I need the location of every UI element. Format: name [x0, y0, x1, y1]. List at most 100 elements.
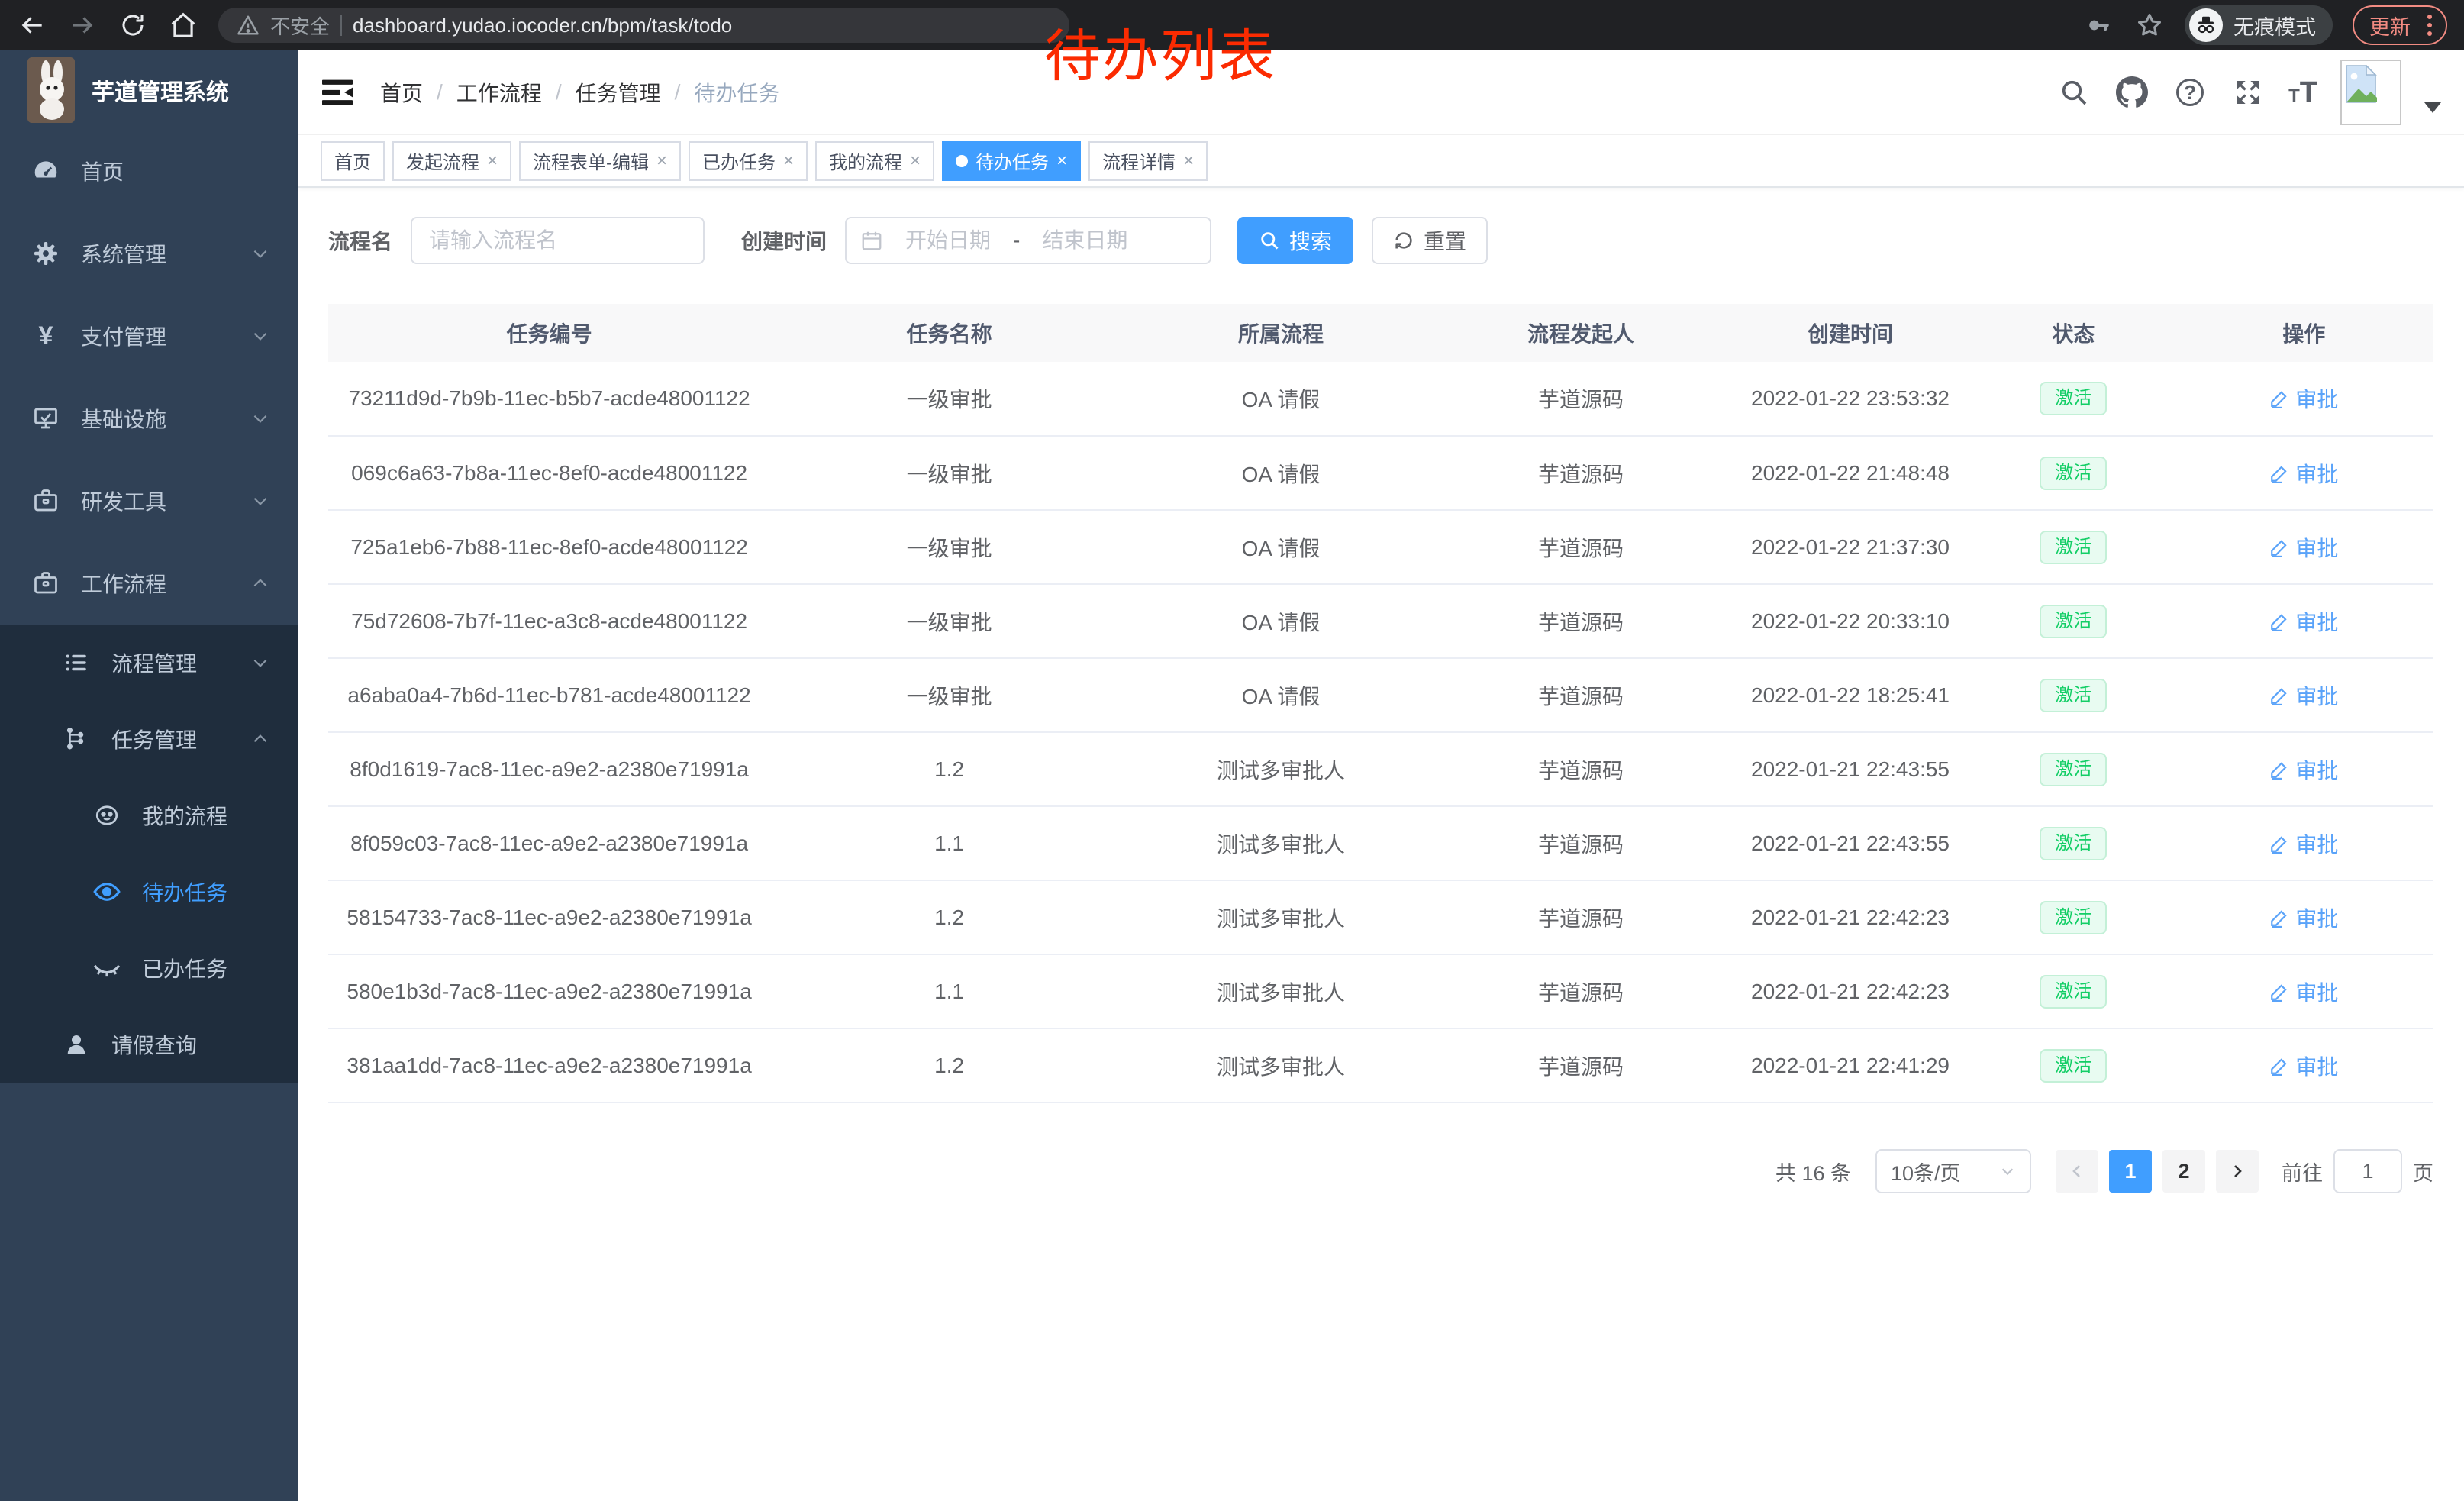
- table-row: 580e1b3d-7ac8-11ec-a9e2-a2380e71991a1.1测…: [328, 954, 2433, 1028]
- page-2-button[interactable]: 2: [2162, 1150, 2205, 1193]
- approve-link[interactable]: 审批: [2269, 680, 2338, 711]
- tag-my-process[interactable]: 我的流程×: [815, 141, 934, 181]
- sidebar-item-payment[interactable]: ¥ 支付管理: [0, 295, 298, 377]
- reload-icon[interactable]: [118, 10, 148, 40]
- avatar-caret-icon[interactable]: [2424, 102, 2441, 113]
- forward-icon[interactable]: [67, 10, 98, 40]
- status-badge: 激活: [2040, 901, 2107, 934]
- active-dot: [956, 155, 968, 167]
- chevron-down-icon: [250, 408, 270, 428]
- search-button[interactable]: 搜索: [1237, 217, 1353, 264]
- edit-icon: [2269, 908, 2289, 928]
- close-icon[interactable]: ×: [910, 150, 921, 172]
- eye-closed-icon: [92, 954, 122, 983]
- tag-start-process[interactable]: 发起流程×: [392, 141, 511, 181]
- sidebar-item-process-mgmt[interactable]: 流程管理: [0, 625, 298, 701]
- incognito-icon: [2189, 8, 2223, 42]
- breadcrumb: 首页 / 工作流程 / 任务管理 / 待办任务: [380, 77, 779, 108]
- reset-button[interactable]: 重置: [1372, 217, 1488, 264]
- sidebar-item-done-tasks[interactable]: 已办任务: [0, 930, 298, 1006]
- approve-link[interactable]: 审批: [2269, 828, 2338, 859]
- update-menu-button[interactable]: 更新: [2353, 5, 2447, 45]
- approve-link[interactable]: 审批: [2269, 1051, 2338, 1081]
- page-1-button[interactable]: 1: [2109, 1150, 2152, 1193]
- approve-link[interactable]: 审批: [2269, 902, 2338, 933]
- approve-link[interactable]: 审批: [2269, 606, 2338, 637]
- edit-icon: [2269, 537, 2289, 557]
- sidebar-item-home[interactable]: 首页: [0, 130, 298, 212]
- tag-home[interactable]: 首页: [321, 141, 385, 181]
- col-process: 所属流程: [1128, 304, 1434, 362]
- address-bar[interactable]: 不安全 dashboard.yudao.iocoder.cn/bpm/task/…: [218, 8, 1069, 43]
- breadcrumb-workflow[interactable]: 工作流程: [456, 77, 542, 108]
- sidebar-item-devtools[interactable]: 研发工具: [0, 460, 298, 542]
- sidebar-item-label: 支付管理: [81, 321, 166, 351]
- tag-todo-tasks[interactable]: 待办任务×: [942, 141, 1081, 181]
- sidebar-item-label: 待办任务: [142, 876, 227, 907]
- sidebar-item-todo-tasks[interactable]: 待办任务: [0, 854, 298, 930]
- key-icon[interactable]: [2084, 10, 2114, 40]
- avatar[interactable]: [2340, 60, 2401, 125]
- approve-link[interactable]: 审批: [2269, 754, 2338, 785]
- menu-dots-icon[interactable]: [2423, 15, 2437, 36]
- gear-icon: [31, 240, 61, 267]
- process-name-input[interactable]: [411, 217, 705, 264]
- edit-icon: [2269, 982, 2289, 1002]
- sidebar-item-task-mgmt[interactable]: 任务管理: [0, 701, 298, 777]
- table-header-row: 任务编号 任务名称 所属流程 流程发起人 创建时间 状态 操作: [328, 304, 2433, 362]
- close-icon[interactable]: ×: [783, 150, 794, 172]
- home-icon[interactable]: [168, 10, 198, 40]
- date-range-picker[interactable]: -: [845, 217, 1211, 264]
- sidebar-item-workflow[interactable]: 工作流程: [0, 542, 298, 625]
- eye-icon: [92, 877, 122, 906]
- approve-link[interactable]: 审批: [2269, 458, 2338, 489]
- prev-page-button[interactable]: [2056, 1150, 2098, 1193]
- back-icon[interactable]: [17, 10, 47, 40]
- sidebar-toggle-icon[interactable]: [321, 77, 354, 108]
- approve-link[interactable]: 审批: [2269, 383, 2338, 414]
- process-name-label: 流程名: [328, 225, 392, 256]
- next-page-button[interactable]: [2216, 1150, 2259, 1193]
- page-size-select[interactable]: 10条/页: [1875, 1149, 2031, 1193]
- edit-icon: [2269, 1056, 2289, 1076]
- briefcase-icon: [31, 570, 61, 597]
- table-row: 8f059c03-7ac8-11ec-a9e2-a2380e71991a1.1测…: [328, 806, 2433, 880]
- close-icon[interactable]: ×: [1183, 150, 1194, 172]
- start-date-input[interactable]: [891, 228, 1005, 253]
- breadcrumb-home[interactable]: 首页: [380, 77, 423, 108]
- breadcrumb-task-mgmt[interactable]: 任务管理: [576, 77, 661, 108]
- table-row: 58154733-7ac8-11ec-a9e2-a2380e71991a1.2测…: [328, 880, 2433, 954]
- range-separator: -: [1013, 228, 1020, 253]
- logo[interactable]: 芋道管理系统: [0, 50, 298, 130]
- tag-form-edit[interactable]: 流程表单-编辑×: [519, 141, 681, 181]
- tree-icon: [61, 726, 92, 752]
- list-icon: [61, 650, 92, 676]
- navbar: 首页 / 工作流程 / 任务管理 / 待办任务 ?: [298, 50, 2464, 135]
- close-icon[interactable]: ×: [487, 150, 498, 172]
- filter-bar: 流程名 创建时间 - 搜索: [328, 217, 2433, 264]
- goto-page-input[interactable]: [2333, 1149, 2402, 1193]
- font-size-icon[interactable]: TT: [2288, 76, 2317, 109]
- close-icon[interactable]: ×: [656, 150, 667, 172]
- tag-process-detail[interactable]: 流程详情×: [1088, 141, 1208, 181]
- fullscreen-icon[interactable]: [2230, 75, 2266, 110]
- url-text[interactable]: dashboard.yudao.iocoder.cn/bpm/task/todo: [353, 14, 732, 37]
- col-starter: 流程发起人: [1434, 304, 1728, 362]
- search-icon[interactable]: [2056, 75, 2091, 110]
- tag-done-tasks[interactable]: 已办任务×: [689, 141, 808, 181]
- sidebar: 芋道管理系统 首页 系统管理 ¥ 支付管理: [0, 50, 298, 1501]
- github-icon[interactable]: [2114, 75, 2150, 110]
- close-icon[interactable]: ×: [1056, 150, 1067, 172]
- approve-link[interactable]: 审批: [2269, 976, 2338, 1007]
- end-date-input[interactable]: [1027, 228, 1142, 253]
- approve-link[interactable]: 审批: [2269, 532, 2338, 563]
- table-row: a6aba0a4-7b6d-11ec-b781-acde48001122一级审批…: [328, 658, 2433, 732]
- help-icon[interactable]: ?: [2172, 75, 2208, 110]
- sidebar-item-my-process[interactable]: 我的流程: [0, 777, 298, 854]
- sidebar-item-leave-query[interactable]: 请假查询: [0, 1006, 298, 1083]
- col-actions: 操作: [2175, 304, 2433, 362]
- sidebar-item-system[interactable]: 系统管理: [0, 212, 298, 295]
- bookmark-star-icon[interactable]: [2134, 10, 2165, 40]
- sidebar-item-infra[interactable]: 基础设施: [0, 377, 298, 460]
- pagination: 共 16 条 10条/页 1 2 前往: [328, 1149, 2433, 1193]
